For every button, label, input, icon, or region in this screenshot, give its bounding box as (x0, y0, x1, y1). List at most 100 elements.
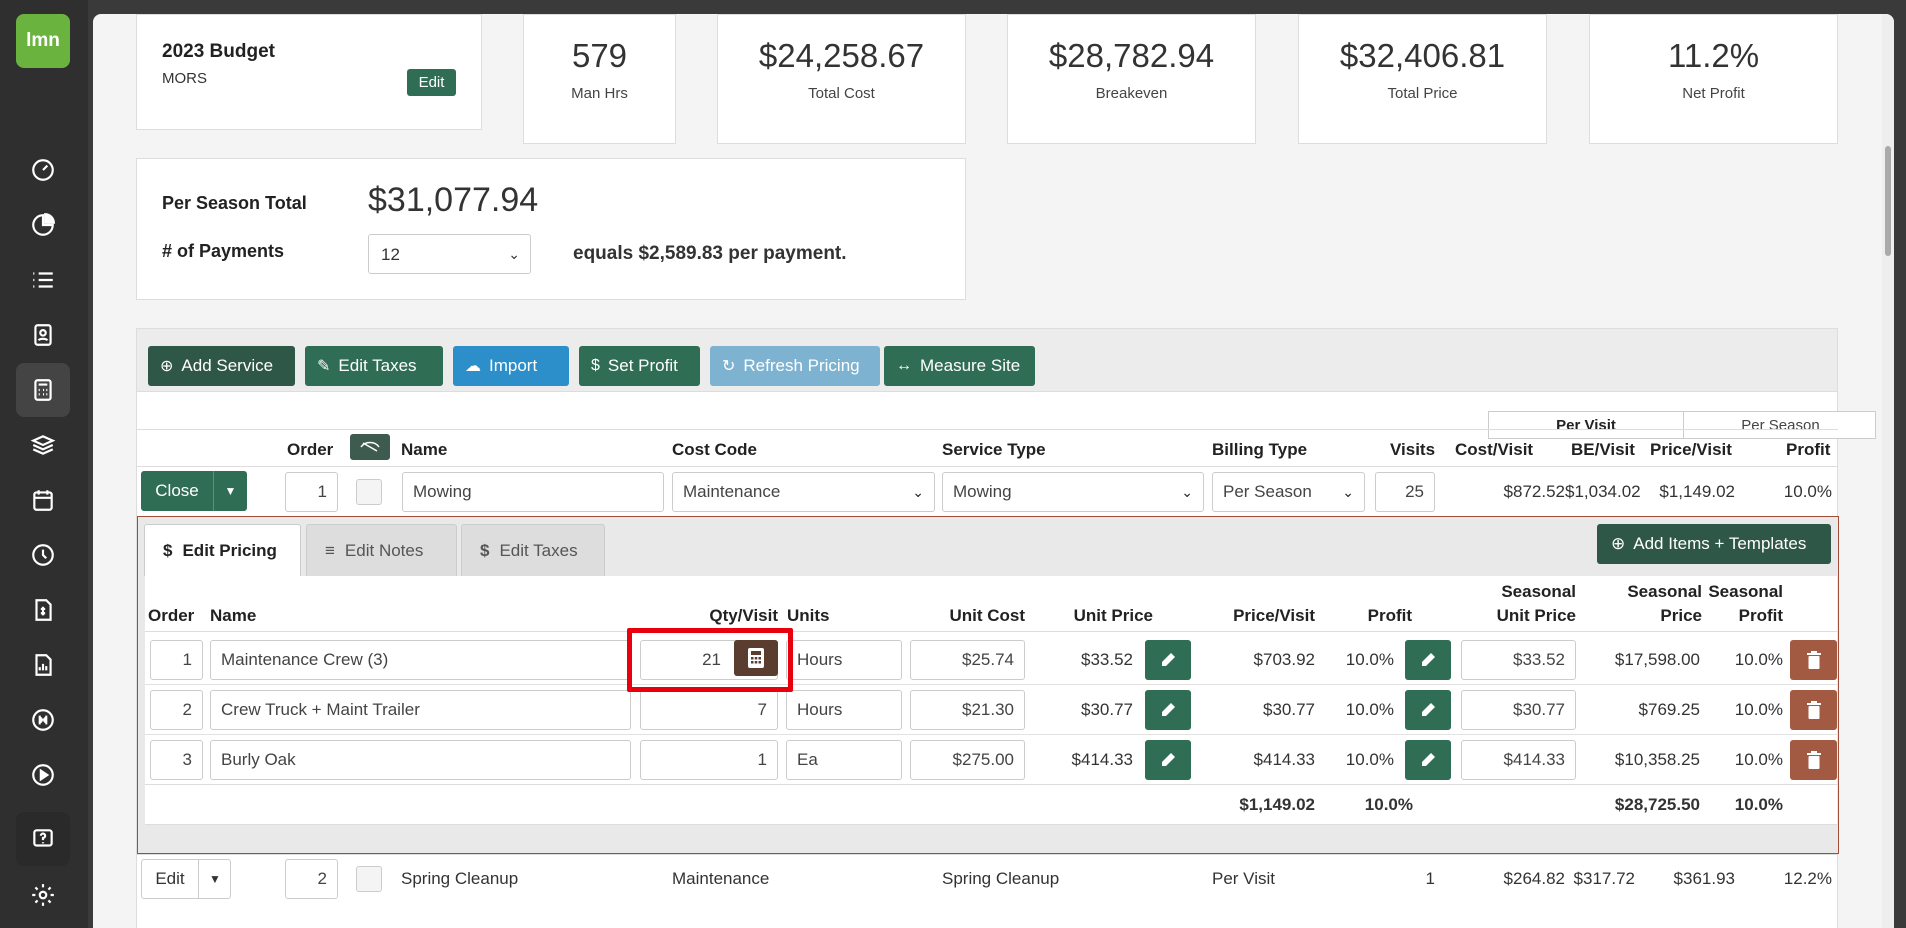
item-order-field[interactable]: 3 (150, 740, 203, 780)
billing-type-select[interactable]: Per Season ⌄ (1212, 472, 1365, 512)
edit-icon: ✎ (317, 358, 331, 375)
items-col-price-visit: Price/Visit (1233, 606, 1315, 625)
clock-icon[interactable] (16, 528, 70, 582)
delete-item-icon[interactable] (1790, 740, 1837, 780)
edit-unit-price-icon[interactable] (1145, 690, 1191, 730)
settings-icon[interactable] (16, 868, 70, 922)
list-icon[interactable] (16, 253, 70, 307)
per-visit-toggle[interactable]: Per Visit (1489, 412, 1683, 438)
col-profit: Profit (1786, 440, 1831, 459)
calculator-icon[interactable] (16, 363, 70, 417)
caret-down-icon[interactable]: ▼ (213, 471, 247, 511)
item-seasonal-unit-price-field[interactable]: $414.33 (1461, 740, 1576, 780)
item-units-field[interactable]: Hours (786, 690, 902, 730)
tab-edit-taxes[interactable]: $ Edit Taxes (461, 524, 605, 576)
import-button[interactable]: ☁ Import (453, 346, 569, 386)
visits-field[interactable]: 25 (1375, 472, 1435, 512)
cost-code-select[interactable]: Maintenance ⌄ (672, 472, 935, 512)
tab-edit-notes[interactable]: ≡ Edit Notes (306, 524, 457, 576)
edit-unit-price-icon[interactable] (1145, 740, 1191, 780)
refresh-pricing-label: Refresh Pricing (743, 356, 860, 375)
service-checkbox[interactable] (356, 866, 382, 892)
play-icon[interactable] (16, 748, 70, 802)
refresh-pricing-button[interactable]: ↻ Refresh Pricing (710, 346, 880, 386)
add-items-templates-button[interactable]: ⊕ Add Items + Templates (1597, 524, 1831, 564)
scrollbar[interactable] (1882, 14, 1894, 928)
scrollbar-thumb[interactable] (1885, 146, 1891, 256)
help-icon[interactable] (16, 812, 70, 866)
edit-profit-icon[interactable] (1405, 740, 1451, 780)
caret-down-icon[interactable]: ▼ (198, 860, 231, 898)
item-order-field[interactable]: 1 (150, 640, 203, 680)
add-items-label: Add Items + Templates (1633, 534, 1807, 553)
chevron-down-icon: ⌄ (912, 483, 924, 500)
close-label[interactable]: Close (141, 471, 213, 511)
item-name-field[interactable]: Crew Truck + Maint Trailer (210, 690, 631, 730)
per-season-card: Per Season Total $31,077.94 # of Payment… (136, 158, 966, 300)
report-icon[interactable] (16, 638, 70, 692)
refresh-icon: ↻ (722, 358, 736, 375)
edit-service-button[interactable]: Edit ▼ (141, 859, 231, 899)
item-unit-cost-field[interactable]: $275.00 (910, 740, 1025, 780)
item-unit-cost-field[interactable]: $25.74 (910, 640, 1025, 680)
add-service-button[interactable]: ⊕ Add Service (148, 346, 295, 386)
profit-value: 10.0% (1783, 482, 1832, 501)
items-col-seasonal-unit-price-2: Unit Price (1496, 606, 1576, 625)
items-col-qty: Qty/Visit (709, 606, 778, 625)
service-name-field[interactable]: Mowing (402, 472, 664, 512)
item-seasonal-profit: 10.0% (1734, 750, 1783, 769)
edit-label[interactable]: Edit (142, 860, 198, 898)
delete-item-icon[interactable] (1790, 640, 1837, 680)
qb-icon[interactable] (16, 693, 70, 747)
dashboard-icon[interactable] (16, 143, 70, 197)
item-name-field[interactable]: Maintenance Crew (3) (210, 640, 631, 680)
invoice-icon[interactable] (16, 583, 70, 637)
edit-budget-button[interactable]: Edit (407, 69, 456, 96)
item-qty-field[interactable]: 7 (640, 690, 778, 730)
edit-profit-icon[interactable] (1405, 690, 1451, 730)
set-profit-button[interactable]: $ Set Profit (579, 346, 700, 386)
item-qty-field[interactable]: 1 (640, 740, 778, 780)
be-visit-value: $317.72 (1573, 869, 1635, 888)
pie-chart-icon[interactable] (16, 198, 70, 252)
dollar-icon: $ (480, 540, 490, 560)
col-billing-type: Billing Type (1212, 440, 1308, 459)
item-price-visit: $703.92 (1253, 650, 1315, 669)
divider (145, 824, 1837, 825)
per-season-toggle[interactable]: Per Season (1683, 412, 1877, 438)
item-units-field[interactable]: Hours (786, 640, 902, 680)
service-type-select[interactable]: Mowing ⌄ (942, 472, 1204, 512)
service-checkbox[interactable] (356, 479, 382, 505)
item-seasonal-unit-price-field[interactable]: $30.77 (1461, 690, 1576, 730)
close-service-button[interactable]: Close ▼ (141, 471, 247, 511)
service-order-field[interactable]: 1 (285, 472, 338, 512)
delete-item-icon[interactable] (1790, 690, 1837, 730)
edit-unit-price-icon[interactable] (1145, 640, 1191, 680)
dollar-icon: $ (591, 357, 600, 374)
item-seasonal-price: $769.25 (1638, 700, 1700, 719)
divider (136, 854, 1838, 855)
lmn-logo[interactable]: lmn (16, 14, 70, 68)
items-col-seasonal-unit-price-1: Seasonal (1501, 582, 1576, 601)
per-season-total-label: Per Season Total (162, 193, 307, 213)
item-order-field[interactable]: 2 (150, 690, 203, 730)
service-order-field[interactable]: 2 (285, 859, 338, 899)
divider (145, 784, 1837, 785)
calendar-icon[interactable] (16, 473, 70, 527)
edit-profit-icon[interactable] (1405, 640, 1451, 680)
payments-label: # of Payments (162, 241, 285, 261)
hide-columns-icon[interactable] (350, 434, 390, 460)
item-name-field[interactable]: Burly Oak (210, 740, 631, 780)
chevron-down-icon: ⌄ (1181, 483, 1193, 500)
layers-icon[interactable] (16, 418, 70, 472)
contacts-icon[interactable] (16, 308, 70, 362)
payments-select[interactable]: 12 ⌄ (368, 234, 531, 274)
item-unit-cost-field[interactable]: $21.30 (910, 690, 1025, 730)
measure-site-button[interactable]: ↔ Measure Site (884, 346, 1035, 386)
item-seasonal-unit-price-field[interactable]: $33.52 (1461, 640, 1576, 680)
tab-edit-pricing[interactable]: $ Edit Pricing (144, 524, 301, 576)
stat-label: Net Profit (1682, 85, 1745, 102)
item-units-field[interactable]: Ea (786, 740, 902, 780)
edit-taxes-button[interactable]: ✎ Edit Taxes (305, 346, 443, 386)
stat-value: $28,782.94 (1048, 37, 1215, 74)
